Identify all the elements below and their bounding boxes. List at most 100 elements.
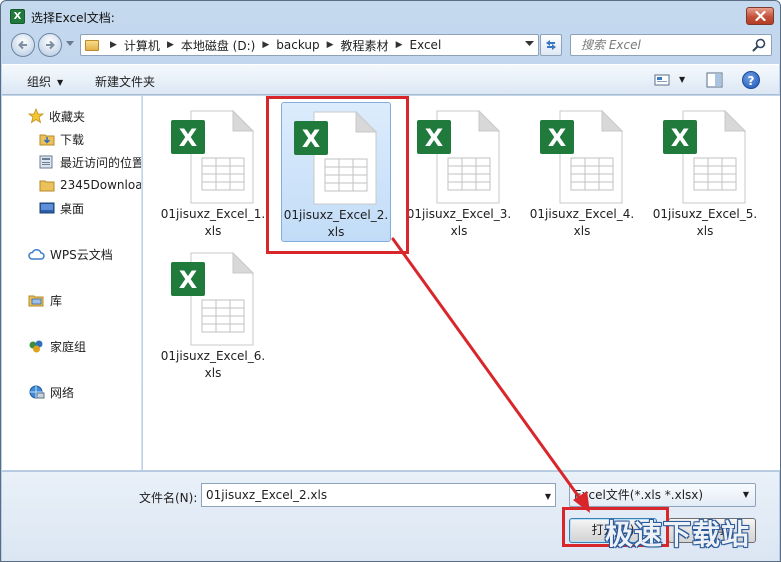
recent-places-icon	[39, 155, 53, 169]
sidebar-item-label: 下载	[60, 132, 85, 147]
file-item[interactable]: X 01jisuxz_Excel_5. xls	[650, 102, 760, 242]
sidebar-item-2345downloads[interactable]: 2345Downloads	[39, 175, 141, 195]
organize-label: 组织	[27, 75, 52, 89]
excel-file-icon: X	[171, 251, 255, 346]
excel-x-glyph: X	[179, 266, 198, 294]
organize-menu-button[interactable]: 组织 ▼	[27, 73, 63, 90]
address-bar[interactable]: ▶ 计算机 ▶ 本地磁盘 (D:) ▶ backup ▶ 教程素材 ▶ Exce…	[80, 34, 539, 56]
breadcrumb-separator-icon[interactable]: ▶	[110, 40, 117, 50]
excel-x-glyph: X	[302, 125, 321, 153]
excel-file-icon: X	[663, 109, 747, 204]
refresh-button[interactable]	[540, 34, 562, 56]
help-button[interactable]: ?	[742, 71, 760, 89]
excel-x-glyph: X	[425, 124, 444, 152]
favorites-star-icon	[28, 108, 44, 124]
cancel-button[interactable]: 取消	[668, 518, 756, 543]
chevron-down-icon: ▼	[57, 78, 64, 87]
breadcrumb-computer[interactable]: 计算机	[124, 37, 160, 54]
sidebar-item-favorites[interactable]: 收藏夹	[28, 106, 85, 126]
command-toolbar: 组织 ▼ 新建文件夹 ▼ ?	[2, 64, 779, 95]
close-icon	[754, 11, 766, 21]
back-arrow-icon	[18, 40, 27, 50]
window-title: 选择Excel文档:	[31, 11, 115, 25]
file-item[interactable]: X 01jisuxz_Excel_1. xls	[158, 102, 268, 242]
sidebar-item-wps-cloud[interactable]: WPS云文档	[28, 244, 113, 264]
breadcrumb-local-disk[interactable]: 本地磁盘 (D:)	[181, 37, 255, 54]
chevron-down-icon: ▼	[742, 490, 749, 499]
preview-pane-icon[interactable]	[706, 72, 723, 88]
sidebar-item-downloads[interactable]: 下载	[39, 129, 84, 149]
sidebar-item-label: 最近访问的位置	[60, 155, 142, 170]
new-folder-button[interactable]: 新建文件夹	[95, 73, 155, 90]
cloud-icon	[28, 248, 45, 260]
download-folder-icon	[39, 134, 55, 146]
file-name-label: 01jisuxz_Excel_3. xls	[406, 207, 512, 238]
back-button[interactable]	[11, 33, 35, 57]
breadcrumb-separator-icon[interactable]: ▶	[262, 40, 269, 50]
homegroup-icon	[29, 340, 43, 352]
sidebar-item-libraries[interactable]: 库	[28, 290, 62, 310]
sidebar-item-network[interactable]: 网络	[28, 382, 74, 402]
file-name-label: 01jisuxz_Excel_6. xls	[160, 349, 266, 380]
file-name-label: 01jisuxz_Excel_2. xls	[283, 208, 389, 239]
network-icon	[29, 385, 45, 398]
breadcrumb-separator-icon[interactable]: ▶	[327, 40, 334, 50]
folder-icon	[39, 180, 55, 192]
excel-app-icon: X	[10, 9, 25, 24]
title-bar: X 选择Excel文档:	[1, 1, 780, 31]
breadcrumb-backup[interactable]: backup	[276, 38, 319, 52]
search-input[interactable]	[581, 36, 751, 54]
sidebar-item-homegroup[interactable]: 家庭组	[28, 336, 86, 356]
excel-file-icon: X	[294, 110, 378, 205]
forward-arrow-icon	[46, 40, 55, 50]
address-dropdown-icon[interactable]	[525, 41, 534, 47]
filetype-value: Excel文件(*.xls *.xlsx)	[574, 488, 704, 502]
breadcrumb-tutorial-materials[interactable]: 教程素材	[341, 37, 389, 54]
breadcrumb-excel[interactable]: Excel	[409, 38, 441, 52]
sidebar-item-label: 网络	[50, 385, 75, 400]
open-button[interactable]: 打开(O)	[569, 518, 657, 543]
navigation-pane: 收藏夹 下载 最近访问的位置 2345Downloads 桌面 WPS云文档 库	[2, 96, 142, 470]
file-item[interactable]: X 01jisuxz_Excel_6. xls	[158, 244, 268, 384]
search-icon[interactable]	[752, 38, 766, 52]
sidebar-item-label: 桌面	[60, 201, 85, 216]
chevron-down-icon[interactable]: ▼	[545, 492, 551, 501]
file-item-selected[interactable]: X 01jisuxz_Excel_2. xls	[281, 102, 391, 242]
sidebar-item-label: 收藏夹	[49, 109, 86, 124]
forward-button[interactable]	[38, 33, 62, 57]
folder-icon	[85, 39, 99, 51]
sidebar-item-desktop[interactable]: 桌面	[39, 198, 84, 218]
search-box[interactable]	[570, 34, 772, 56]
excel-x-glyph: X	[548, 124, 567, 152]
sidebar-item-recent-places[interactable]: 最近访问的位置	[39, 152, 142, 172]
view-options-chevron-icon[interactable]: ▼	[679, 75, 685, 84]
recent-pages-chevron-icon[interactable]	[66, 41, 74, 47]
breadcrumb-separator-icon[interactable]: ▶	[167, 40, 174, 50]
excel-file-icon: X	[417, 109, 501, 204]
refresh-icon	[546, 40, 556, 50]
excel-file-icon: X	[171, 109, 255, 204]
file-name-label: 01jisuxz_Excel_1. xls	[160, 207, 266, 238]
navigation-row: ▶ 计算机 ▶ 本地磁盘 (D:) ▶ backup ▶ 教程素材 ▶ Exce…	[1, 31, 780, 59]
dialog-footer: 文件名(N): ▼ Excel文件(*.xls *.xlsx) ▼ 打开(O) …	[2, 471, 779, 561]
file-item[interactable]: X 01jisuxz_Excel_4. xls	[527, 102, 637, 242]
open-file-dialog: X 选择Excel文档: ▶ 计算机 ▶ 本地磁盘 (D:) ▶ backup …	[0, 0, 781, 562]
filename-combobox[interactable]: ▼	[201, 483, 556, 507]
filename-input[interactable]	[202, 484, 532, 506]
excel-file-icon: X	[540, 109, 624, 204]
breadcrumb-separator-icon[interactable]: ▶	[396, 40, 403, 50]
filetype-select[interactable]: Excel文件(*.xls *.xlsx) ▼	[569, 483, 756, 507]
sidebar-item-label: WPS云文档	[50, 247, 113, 262]
file-list-view: X 01jisuxz_Excel_1. xls X 01jisuxz_Excel_…	[143, 96, 780, 470]
file-item[interactable]: X 01jisuxz_Excel_3. xls	[404, 102, 514, 242]
file-name-label: 01jisuxz_Excel_4. xls	[529, 207, 635, 238]
library-icon	[28, 295, 44, 307]
desktop-icon	[39, 202, 55, 214]
excel-x-glyph: X	[671, 124, 690, 152]
filename-label: 文件名(N):	[139, 491, 198, 505]
close-button[interactable]	[746, 7, 774, 25]
file-name-label: 01jisuxz_Excel_5. xls	[652, 207, 758, 238]
change-view-icon[interactable]	[654, 73, 670, 87]
excel-x-glyph: X	[179, 124, 198, 152]
sidebar-item-label: 家庭组	[50, 339, 87, 354]
